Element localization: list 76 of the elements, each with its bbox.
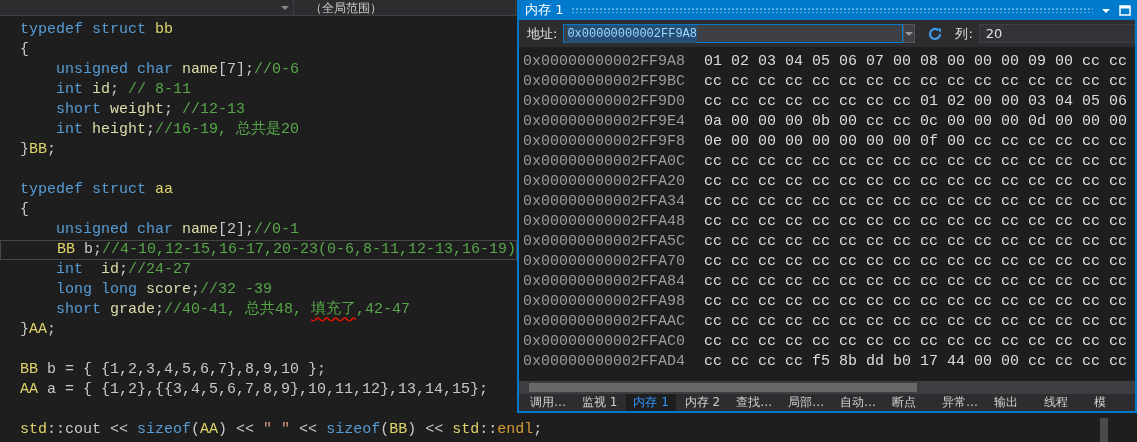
- dropdown-button[interactable]: [903, 24, 916, 43]
- memory-bytes: cc cc cc cc cc cc cc cc cc cc cc cc cc cc cc cc: [704, 212, 1128, 232]
- code-line: int height;//16-19, 总共是20: [55, 120, 300, 140]
- memory-bytes: cc cc cc cc cc cc cc cc cc cc cc cc cc cc cc cc: [704, 252, 1128, 272]
- memory-address: 0x00000000002FFA0C: [523, 152, 687, 172]
- memory-bytes: 0e 00 00 00 00 00 00 00 0f 00 cc cc cc cc cc cc: [704, 132, 1128, 152]
- memory-address: 0x00000000002FF9F8: [523, 132, 687, 152]
- memory-bytes: cc cc cc cc cc cc cc cc 01 02 00 00 03 04 05 06: [704, 92, 1128, 112]
- scope-dropdown[interactable]: （全局范围）: [294, 0, 516, 16]
- code-line: long long score;//32 -39: [55, 280, 273, 300]
- memory-address: 0x00000000002FF9BC: [523, 72, 687, 92]
- memory-address: 0x00000000002FF9D0: [523, 92, 687, 112]
- code-line: typedef struct bb: [19, 20, 174, 40]
- dropdown-icon[interactable]: [1101, 6, 1111, 15]
- memory-address: 0x00000000002FFAAC: [523, 312, 687, 332]
- panel-tab[interactable]: 内存 1: [626, 394, 676, 411]
- memory-address: 0x00000000002FFA5C: [523, 232, 687, 252]
- memory-address: 0x00000000002FFAC0: [523, 332, 687, 352]
- memory-address: 0x00000000002FFA34: [523, 192, 687, 212]
- panel-tab[interactable]: 监视 1: [574, 394, 625, 411]
- panel-tab[interactable]: 异常…: [935, 394, 985, 411]
- code-line: }BB;: [19, 140, 57, 160]
- panel-tab[interactable]: 局部…: [781, 394, 832, 411]
- scrollbar-thumb[interactable]: [1100, 418, 1108, 442]
- horizontal-scrollbar[interactable]: [519, 381, 1135, 394]
- memory-bytes: cc cc cc cc cc cc cc cc cc cc cc cc cc cc cc cc: [704, 172, 1128, 192]
- code-line: }AA;: [19, 320, 57, 340]
- memory-bytes: cc cc cc cc cc cc cc cc cc cc cc cc cc cc cc cc: [704, 72, 1128, 92]
- panel-tab[interactable]: 模: [1087, 394, 1135, 411]
- memory-address: 0x00000000002FFA84: [523, 272, 687, 292]
- code-line: short weight; //12-13: [55, 100, 246, 120]
- address-label: 地址:: [527, 24, 558, 43]
- memory-address: 0x00000000002FF9A8: [523, 52, 687, 72]
- panel-tab[interactable]: 自动…: [833, 394, 884, 411]
- code-line: typedef struct aa: [19, 180, 174, 200]
- code-line: int id; // 8-11: [55, 80, 192, 100]
- memory-address: 0x00000000002FFA98: [523, 292, 687, 312]
- memory-address: 0x00000000002FFAD4: [523, 352, 687, 372]
- memory-bytes: cc cc cc cc cc cc cc cc cc cc cc cc cc cc cc cc: [704, 292, 1128, 312]
- panel-tab[interactable]: 调用…: [523, 394, 573, 411]
- memory-address: 0x00000000002FF9E4: [523, 112, 687, 132]
- code-line: unsigned char name[7];//0-6: [55, 60, 300, 80]
- memory-address: 0x00000000002FFA48: [523, 212, 687, 232]
- panel-tab[interactable]: 断点: [885, 394, 934, 411]
- columns-dropdown[interactable]: 20: [978, 24, 1135, 43]
- refresh-icon[interactable]: [927, 25, 944, 42]
- memory-bytes: cc cc cc cc cc cc cc cc cc cc cc cc cc cc cc cc: [704, 192, 1128, 212]
- code-line: BB b = { {1,2,3,4,5,6,7},8,9,10 };: [19, 360, 327, 380]
- address-field[interactable]: 0x00000000002FF9A8: [563, 24, 904, 43]
- code-line: int id;//24-27: [55, 260, 192, 280]
- memory-bytes: cc cc cc cc f5 8b dd b0 17 44 00 00 cc cc cc cc: [704, 352, 1128, 372]
- code-line: unsigned char name[2];//0-1: [55, 220, 300, 240]
- code-line: {: [19, 40, 29, 60]
- memory-address: 0x00000000002FFA70: [523, 252, 687, 272]
- memory-bytes: 0a 00 00 00 0b 00 cc cc 0c 00 00 00 0d 00 00 00: [704, 112, 1128, 132]
- panel-tab[interactable]: 线程: [1037, 394, 1085, 411]
- panel-tab[interactable]: 输出: [987, 394, 1035, 411]
- panel-tab[interactable]: 内存 2: [677, 394, 728, 411]
- columns-label: 列:: [955, 24, 973, 43]
- code-line: AA a = { {1,2},{{3,4,5,6,7,8,9},10,11,12},13,14,15};: [19, 380, 489, 400]
- memory-address: 0x00000000002FFA20: [523, 172, 687, 192]
- window-title: 内存 1: [525, 1, 564, 20]
- panel-tab[interactable]: 查找…: [729, 394, 780, 411]
- memory-bytes: cc cc cc cc cc cc cc cc cc cc cc cc cc cc cc cc: [704, 312, 1128, 332]
- caret-icon: [905, 30, 914, 37]
- memory-bytes: cc cc cc cc cc cc cc cc cc cc cc cc cc cc cc cc: [704, 332, 1128, 352]
- code-line: std::cout << sizeof(AA) << " " << sizeof(BB) << std::endl;: [19, 420, 543, 440]
- memory-bytes: cc cc cc cc cc cc cc cc cc cc cc cc cc cc cc cc: [704, 272, 1128, 292]
- maximize-icon[interactable]: [1119, 5, 1131, 17]
- scrollbar-thumb[interactable]: [529, 383, 917, 392]
- memory-bytes: 01 02 03 04 05 06 07 00 08 00 00 00 09 00 cc cc: [704, 52, 1128, 72]
- memory-bytes: cc cc cc cc cc cc cc cc cc cc cc cc cc cc cc cc: [704, 152, 1128, 172]
- memory-bytes: cc cc cc cc cc cc cc cc cc cc cc cc cc cc cc cc: [704, 232, 1128, 252]
- code-line: short grade;//40-41, 总共48, 填充了,42-47: [55, 300, 411, 320]
- caret-icon: [281, 5, 289, 11]
- code-line: {: [19, 200, 29, 220]
